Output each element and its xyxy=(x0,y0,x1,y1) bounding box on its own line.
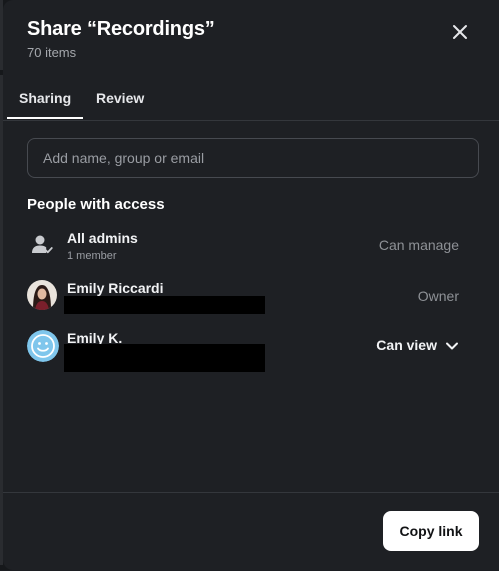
access-detail: 1 member xyxy=(67,250,117,262)
dialog-footer: Copy link xyxy=(3,492,499,571)
role-dropdown-label: Can view xyxy=(376,337,437,353)
close-button[interactable] xyxy=(449,21,471,43)
access-role: Can manage xyxy=(378,237,459,253)
share-dialog: Share “Recordings” 70 items Sharing Revi… xyxy=(3,0,499,570)
copy-link-button[interactable]: Copy link xyxy=(383,511,479,551)
group-check-icon xyxy=(27,230,57,260)
section-title: People with access xyxy=(27,196,165,213)
role-dropdown[interactable]: Can view xyxy=(376,337,459,354)
search-input[interactable] xyxy=(27,138,479,178)
access-role: Owner xyxy=(417,288,459,304)
tab-review[interactable]: Review xyxy=(96,90,144,106)
avatar xyxy=(27,280,57,310)
redacted-email xyxy=(64,344,265,372)
close-icon xyxy=(453,25,467,39)
access-name: All admins xyxy=(67,230,138,246)
tab-bar: Sharing Review xyxy=(3,80,499,121)
smiley-avatar-icon xyxy=(27,330,59,362)
access-row-owner: Emily Riccardi Owner xyxy=(27,280,475,324)
access-row-viewer: Emily K. Can view xyxy=(27,330,475,374)
chevron-down-icon xyxy=(445,338,459,354)
tab-sharing[interactable]: Sharing xyxy=(6,90,84,119)
access-row-all-admins: All admins 1 member Can manage xyxy=(27,230,475,274)
redacted-email xyxy=(64,296,265,314)
dialog-title: Share “Recordings” xyxy=(27,18,215,40)
dialog-subtitle: 70 items xyxy=(27,45,77,60)
access-name: Emily Riccardi xyxy=(67,280,164,296)
